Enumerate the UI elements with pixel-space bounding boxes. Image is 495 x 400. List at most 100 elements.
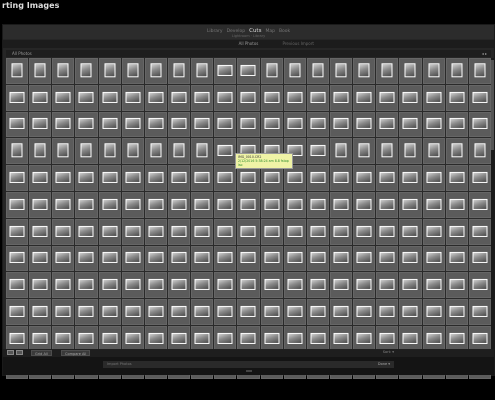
photo-cell[interactable] [445, 325, 468, 352]
photo-cell[interactable] [214, 272, 237, 299]
photo-cell[interactable] [121, 272, 144, 299]
photo-cell[interactable] [144, 272, 167, 299]
photo-cell[interactable] [75, 272, 98, 299]
photo-cell[interactable] [376, 299, 399, 325]
photo-cell[interactable] [237, 191, 260, 218]
photo-cell[interactable] [422, 58, 445, 84]
photo-cell[interactable] [260, 299, 283, 325]
photo-cell[interactable] [329, 245, 353, 272]
photo-cell[interactable] [376, 84, 399, 111]
photo-cell[interactable] [6, 165, 29, 191]
photo-cell[interactable] [214, 138, 237, 165]
photo-cell[interactable] [29, 299, 52, 325]
photo-cell[interactable] [75, 299, 98, 325]
photo-cell[interactable] [306, 111, 329, 138]
photo-cell[interactable] [445, 165, 468, 191]
import-field[interactable]: Import Photos Done ▾ [103, 361, 394, 368]
photo-cell[interactable] [283, 272, 306, 299]
photo-cell[interactable] [98, 138, 121, 165]
photo-cell[interactable] [52, 111, 75, 138]
photo-cell[interactable] [353, 84, 376, 111]
photo-cell[interactable] [29, 58, 52, 84]
photo-cell[interactable] [445, 58, 468, 84]
photo-cell[interactable] [121, 165, 144, 191]
photo-cell[interactable] [144, 138, 167, 165]
photo-cell[interactable] [214, 165, 237, 191]
module-develop[interactable]: Develop [227, 29, 246, 34]
photo-cell[interactable] [237, 165, 260, 191]
photo-cell[interactable] [237, 58, 260, 84]
photo-cell[interactable] [144, 245, 167, 272]
photo-cell[interactable] [6, 325, 29, 352]
photo-cell[interactable] [167, 165, 191, 191]
photo-cell[interactable] [422, 191, 445, 218]
photo-cell[interactable] [445, 138, 468, 165]
photo-cell[interactable] [167, 245, 191, 272]
photo-cell[interactable] [399, 84, 422, 111]
photo-cell[interactable] [399, 165, 422, 191]
scrollbar-thumb[interactable] [491, 60, 494, 150]
photo-cell[interactable] [468, 299, 491, 325]
photo-cell[interactable] [144, 299, 167, 325]
photo-cell[interactable] [468, 191, 491, 218]
photo-cell[interactable] [329, 165, 353, 191]
photo-cell[interactable] [468, 165, 491, 191]
photo-cell[interactable] [306, 138, 329, 165]
photo-cell[interactable] [98, 325, 121, 352]
photo-cell[interactable] [237, 272, 260, 299]
photo-cell[interactable] [191, 165, 214, 191]
photo-cell[interactable] [329, 299, 353, 325]
photo-cell[interactable] [6, 245, 29, 272]
photo-cell[interactable] [468, 325, 491, 352]
photo-cell[interactable] [260, 325, 283, 352]
photo-cell[interactable] [121, 138, 144, 165]
photo-cell[interactable] [399, 111, 422, 138]
photo-cell[interactable] [167, 111, 191, 138]
photo-cell[interactable] [144, 325, 167, 352]
loupe-view-icon[interactable] [16, 350, 23, 355]
photo-cell[interactable] [6, 138, 29, 165]
photo-cell[interactable] [121, 218, 144, 245]
photo-cell[interactable] [353, 111, 376, 138]
photo-cell[interactable] [468, 138, 491, 165]
photo-cell[interactable] [376, 325, 399, 352]
photo-cell[interactable] [144, 111, 167, 138]
photo-cell[interactable] [283, 111, 306, 138]
photo-cell[interactable] [191, 325, 214, 352]
photo-cell[interactable] [376, 218, 399, 245]
photo-cell[interactable] [468, 272, 491, 299]
photo-cell[interactable] [75, 165, 98, 191]
photo-cell[interactable] [422, 111, 445, 138]
photo-cell[interactable] [306, 58, 329, 84]
photo-cell[interactable] [191, 191, 214, 218]
photo-cell[interactable] [422, 325, 445, 352]
tab-all-photos[interactable]: All Photos [239, 41, 259, 46]
photo-cell[interactable] [167, 58, 191, 84]
done-button[interactable]: Done ▾ [378, 361, 390, 368]
photo-cell[interactable] [6, 272, 29, 299]
photo-cell[interactable] [329, 191, 353, 218]
photo-cell[interactable] [422, 245, 445, 272]
photo-cell[interactable] [98, 84, 121, 111]
photo-cell[interactable] [376, 272, 399, 299]
photo-cell[interactable] [329, 111, 353, 138]
photo-cell[interactable] [121, 84, 144, 111]
photo-cell[interactable] [283, 218, 306, 245]
photo-cell[interactable] [237, 218, 260, 245]
photo-cell[interactable] [260, 111, 283, 138]
photo-cell[interactable] [306, 84, 329, 111]
photo-cell[interactable] [445, 272, 468, 299]
grid-header-control[interactable]: ◂ ▸ [482, 50, 487, 57]
photo-cell[interactable] [6, 191, 29, 218]
module-map[interactable]: Map [265, 29, 275, 34]
photo-cell[interactable] [214, 218, 237, 245]
photo-cell[interactable] [75, 191, 98, 218]
photo-cell[interactable] [353, 191, 376, 218]
photo-cell[interactable] [167, 272, 191, 299]
photo-cell[interactable] [283, 165, 306, 191]
photo-cell[interactable] [237, 325, 260, 352]
grid-view-icon[interactable] [7, 350, 14, 355]
photo-cell[interactable] [214, 245, 237, 272]
photo-cell[interactable] [306, 165, 329, 191]
photo-cell[interactable] [399, 218, 422, 245]
